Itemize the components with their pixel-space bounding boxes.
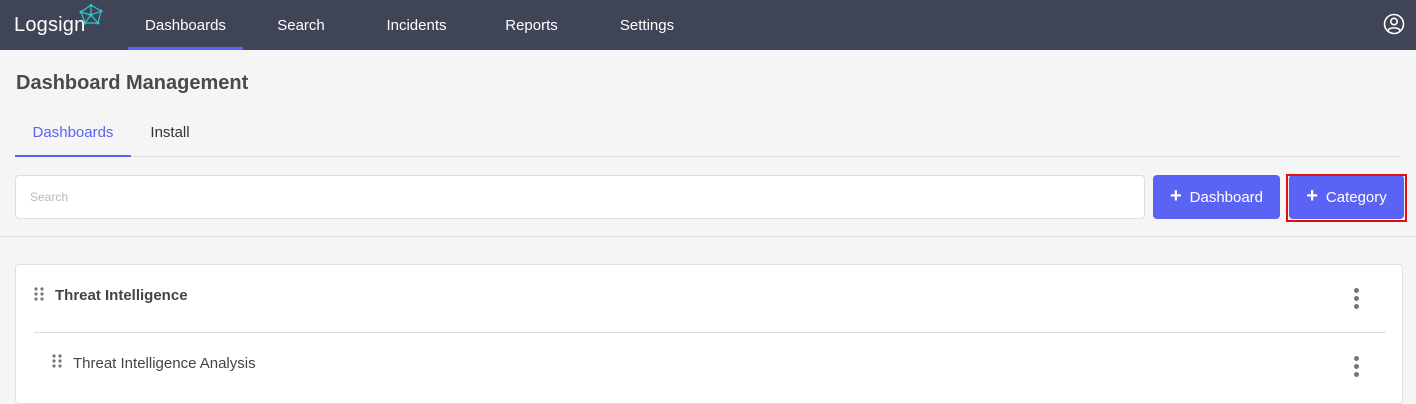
button-label: Category — [1325, 188, 1387, 206]
plus-icon: + — [1169, 185, 1182, 207]
nav-label: Reports — [505, 16, 558, 34]
kebab-dot — [1354, 356, 1359, 361]
dashboard-menu-button[interactable] — [1350, 355, 1362, 379]
dashboard-item-title[interactable]: Threat Intelligence Analysis — [73, 355, 256, 372]
page-title: Dashboard Management — [16, 72, 249, 94]
nav-label: Dashboards — [145, 16, 226, 34]
category-card: Threat Intelligence Threat Intelligence … — [15, 264, 1403, 404]
nav-label: Search — [277, 16, 325, 34]
button-label: Dashboard — [1189, 188, 1264, 206]
logo-network-icon — [79, 4, 103, 25]
plus-icon: + — [1306, 185, 1318, 207]
tab-label: Dashboards — [32, 123, 114, 141]
search-input[interactable] — [15, 175, 1145, 219]
nav-dashboards[interactable]: Dashboards — [128, 0, 243, 50]
top-navbar: Logsign Dashboards Search Incidents Repo… — [0, 0, 1416, 50]
user-account-button[interactable] — [1382, 12, 1406, 36]
drag-handle-icon[interactable] — [34, 287, 44, 301]
nav-label: Incidents — [386, 16, 447, 34]
add-dashboard-button[interactable]: + Dashboard — [1153, 175, 1280, 219]
nav-search[interactable]: Search — [243, 0, 359, 50]
tab-dashboards[interactable]: Dashboards — [15, 108, 131, 157]
tab-install[interactable]: Install — [131, 108, 209, 156]
kebab-dot — [1354, 304, 1359, 309]
kebab-dot — [1354, 364, 1359, 369]
add-category-button[interactable]: + Category — [1289, 175, 1404, 219]
drag-handle-icon[interactable] — [52, 354, 62, 368]
logo[interactable]: Logsign — [0, 0, 128, 50]
tab-label: Install — [150, 123, 190, 141]
nav-label: Settings — [619, 16, 675, 34]
user-circle-icon — [1383, 13, 1405, 35]
kebab-dot — [1354, 288, 1359, 293]
nav-reports[interactable]: Reports — [474, 0, 589, 50]
section-divider — [0, 236, 1416, 237]
main-nav: Dashboards Search Incidents Reports Sett… — [128, 0, 705, 50]
nav-settings[interactable]: Settings — [589, 0, 705, 50]
category-menu-button[interactable] — [1350, 287, 1362, 311]
kebab-dot — [1354, 296, 1359, 301]
logo-text: Logsign — [14, 13, 86, 36]
nav-incidents[interactable]: Incidents — [359, 0, 474, 50]
kebab-dot — [1354, 372, 1359, 377]
card-separator — [34, 332, 1386, 333]
tab-bar: Dashboards Install — [15, 108, 1401, 157]
category-title: Threat Intelligence — [55, 287, 188, 304]
